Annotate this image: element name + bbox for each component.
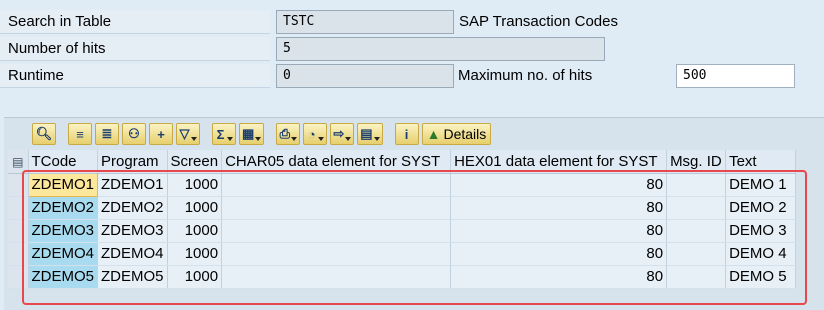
details-label: Details [443,126,487,142]
program-cell[interactable]: ZDEMO3 [97,219,168,243]
find-icon[interactable]: ⚇ [122,123,146,145]
msg-id-cell[interactable] [666,219,727,243]
max-hits-input[interactable]: 500 [676,64,795,88]
search-table-field: TSTC [276,10,454,34]
hex01-cell[interactable]: 80 [450,265,668,289]
table-row[interactable]: ZDEMO3 ZDEMO3 1000 80 DEMO 3 [8,219,797,243]
hex01-cell[interactable]: 80 [450,173,668,197]
screen-cell[interactable]: 1000 [167,173,223,197]
msg-id-cell[interactable] [666,196,727,220]
column-header-screen[interactable]: Screen [167,150,223,174]
hex01-cell[interactable]: 80 [450,242,668,266]
column-header-char05[interactable]: CHAR05 data element for SYST [221,150,452,174]
char05-cell[interactable] [221,265,452,289]
hex01-cell[interactable]: 80 [450,196,668,220]
runtime-row: Runtime 0 Maximum no. of hits 500 [0,64,824,90]
char05-cell[interactable] [221,219,452,243]
program-cell[interactable]: ZDEMO2 [97,196,168,220]
program-cell[interactable]: ZDEMO5 [97,265,168,289]
table-row[interactable]: ZDEMO5 ZDEMO5 1000 80 DEMO 5 [8,265,797,289]
text-cell[interactable]: DEMO 4 [725,242,797,266]
subtotal-icon[interactable]: ▦ [239,123,265,145]
text-cell[interactable]: DEMO 1 [725,173,797,197]
runtime-field: 0 [276,64,454,88]
row-selector[interactable] [8,242,29,266]
export-icon[interactable]: ⇨ [330,123,355,145]
results-table: ▤ TCode Program Screen CHAR05 data eleme… [8,150,797,289]
column-header-tcode[interactable]: TCode [28,150,99,174]
char05-cell[interactable] [221,242,452,266]
sort-ascending-icon[interactable]: ≡ [68,123,92,145]
details-icon: ▲ [426,126,441,142]
sort-descending-icon[interactable]: ≣ [95,123,119,145]
row-selector[interactable] [8,265,29,289]
program-cell[interactable]: ZDEMO4 [97,242,168,266]
row-selector[interactable] [8,219,29,243]
table-row[interactable]: ZDEMO4 ZDEMO4 1000 80 DEMO 4 [8,242,797,266]
column-header-hex01[interactable]: HEX01 data element for SYST [450,150,668,174]
msg-id-cell[interactable] [666,173,727,197]
number-of-hits-label: Number of hits [0,37,270,61]
runtime-label: Runtime [0,64,270,88]
print-icon[interactable]: ⎙ [276,123,301,145]
column-header-program[interactable]: Program [97,150,168,174]
table-row[interactable]: ZDEMO2 ZDEMO2 1000 80 DEMO 2 [8,196,797,220]
details-button[interactable]: ▲ Details [421,123,492,145]
msg-id-cell[interactable] [666,242,727,266]
max-hits-label: Maximum no. of hits [458,67,593,84]
char05-cell[interactable] [221,173,452,197]
find-next-icon[interactable]: + [149,123,173,145]
filter-icon[interactable]: ▽ [176,123,200,145]
number-of-hits-row: Number of hits 5 [0,37,824,63]
number-of-hits-field: 5 [276,37,605,61]
program-cell[interactable]: ZDEMO1 [97,173,168,197]
tcode-cell[interactable]: ZDEMO4 [28,242,99,266]
row-selector[interactable] [8,173,29,197]
text-cell[interactable]: DEMO 5 [725,265,797,289]
views-icon[interactable]: ◔ [303,123,328,145]
screen-cell[interactable]: 1000 [167,242,223,266]
char05-cell[interactable] [221,196,452,220]
total-icon[interactable]: Σ [212,123,236,145]
column-header-text[interactable]: Text [725,150,797,174]
table-row[interactable]: ZDEMO1 ZDEMO1 1000 80 DEMO 1 [8,172,797,197]
screen-cell[interactable]: 1000 [167,265,223,289]
layout-icon[interactable]: ▤ [357,123,383,145]
table-header-row: ▤ TCode Program Screen CHAR05 data eleme… [8,150,797,174]
result-grid-panel: 🔍︎ ≡ ≣ ⚇ + ▽ Σ ▦ ⎙ ◔ ⇨ ▤ i ▲ Details ▤ T… [4,117,824,310]
select-all-icon[interactable]: ▤ [8,150,29,174]
display-icon[interactable]: 🔍︎ [32,123,56,145]
tcode-cell[interactable]: ZDEMO5 [28,265,99,289]
text-cell[interactable]: DEMO 2 [725,196,797,220]
column-header-msg-id[interactable]: Msg. ID [666,150,727,174]
search-table-row: Search in Table TSTC SAP Transaction Cod… [0,10,824,36]
screen-cell[interactable]: 1000 [167,219,223,243]
search-table-label: Search in Table [0,10,270,34]
row-selector[interactable] [8,196,29,220]
alv-toolbar: 🔍︎ ≡ ≣ ⚇ + ▽ Σ ▦ ⎙ ◔ ⇨ ▤ i ▲ Details [32,122,492,146]
screen-cell[interactable]: 1000 [167,196,223,220]
info-icon[interactable]: i [394,123,419,145]
tcode-cell[interactable]: ZDEMO1 [27,172,99,197]
table-description: SAP Transaction Codes [459,13,618,30]
msg-id-cell[interactable] [666,265,727,289]
tcode-cell[interactable]: ZDEMO2 [28,196,99,220]
text-cell[interactable]: DEMO 3 [725,219,797,243]
tcode-cell[interactable]: ZDEMO3 [28,219,99,243]
hex01-cell[interactable]: 80 [450,219,668,243]
